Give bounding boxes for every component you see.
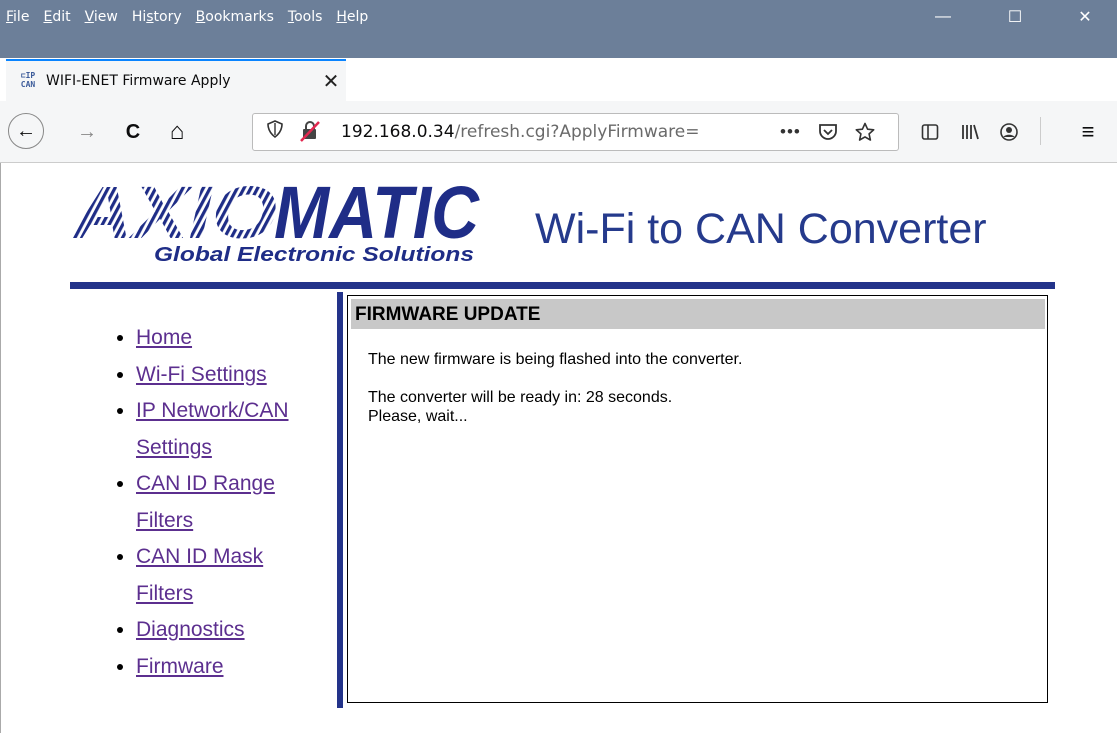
- sidebar-divider: [337, 292, 343, 708]
- menu-bar: File Edit View History Bookmarks Tools H…: [0, 0, 382, 34]
- navigation-toolbar: ← → C ⌂ 192.168.0.34/refresh.cgi?ApplyFi…: [0, 101, 1117, 163]
- page-heading: Wi-Fi to CAN Converter: [535, 205, 987, 253]
- tab-title: WIFI-ENET Firmware Apply: [46, 73, 231, 89]
- wait-message: Please, wait...: [368, 408, 468, 425]
- reader-sidebar-icon[interactable]: [913, 115, 947, 149]
- nav-link-can-id-mask[interactable]: CAN ID Mask: [136, 545, 263, 568]
- url-text[interactable]: 192.168.0.34/refresh.cgi?ApplyFirmware=: [341, 122, 700, 142]
- nav-link-can-id-mask-cont[interactable]: Filters: [136, 582, 193, 605]
- page-actions-icon[interactable]: •••: [780, 122, 801, 142]
- window-border: [0, 163, 1, 733]
- nav-item-home: Home: [114, 320, 334, 357]
- svg-text:MATIC: MATIC: [274, 176, 480, 254]
- nav-item-wifi-settings: Wi-Fi Settings: [114, 357, 334, 394]
- nav-link-diagnostics[interactable]: Diagnostics: [136, 618, 245, 641]
- nav-link-wifi-settings[interactable]: Wi-Fi Settings: [136, 363, 267, 386]
- library-icon[interactable]: [953, 115, 987, 149]
- insecure-lock-icon[interactable]: [299, 120, 321, 147]
- svg-text:Global Electronic Solutions: Global Electronic Solutions: [154, 244, 474, 266]
- nav-item-can-id-mask: CAN ID Mask Filters: [114, 539, 334, 612]
- countdown-message: The converter will be ready in: 28 secon…: [368, 389, 673, 406]
- nav-item-can-id-range: CAN ID Range Filters: [114, 466, 334, 539]
- pocket-icon[interactable]: [818, 122, 838, 147]
- nav-link-can-id-range-cont[interactable]: Filters: [136, 509, 193, 532]
- nav-link-can-id-range[interactable]: CAN ID Range: [136, 472, 275, 495]
- svg-text:AXIO: AXIO: [72, 176, 277, 254]
- tab-close-icon[interactable]: ✕: [316, 69, 346, 94]
- menu-history[interactable]: History: [132, 9, 182, 25]
- minimize-button[interactable]: —: [920, 0, 966, 34]
- back-button[interactable]: ←: [8, 113, 44, 149]
- maximize-button[interactable]: ☐: [992, 0, 1038, 34]
- home-button[interactable]: ⌂: [160, 115, 194, 149]
- panel-title: FIRMWARE UPDATE: [351, 299, 1045, 329]
- sidebar-nav: Home Wi-Fi Settings IP Network/CAN Settin…: [114, 320, 334, 685]
- site-favicon-icon: ⊏IP CAN: [20, 71, 36, 89]
- forward-button[interactable]: →: [70, 115, 104, 149]
- nav-item-diagnostics: Diagnostics: [114, 612, 334, 649]
- nav-link-ip-network-can-cont[interactable]: Settings: [136, 436, 212, 459]
- app-menu-button[interactable]: ≡: [1071, 115, 1105, 149]
- account-icon[interactable]: [992, 115, 1026, 149]
- nav-link-ip-network-can[interactable]: IP Network/CAN: [136, 399, 289, 422]
- menu-help[interactable]: Help: [336, 9, 368, 25]
- menu-file[interactable]: File: [6, 9, 29, 25]
- nav-link-home[interactable]: Home: [136, 326, 192, 349]
- firmware-update-panel: FIRMWARE UPDATE The new firmware is bein…: [347, 295, 1048, 703]
- status-message: The new firmware is being flashed into t…: [368, 351, 743, 368]
- tracking-protection-shield-icon[interactable]: [267, 120, 283, 143]
- nav-item-ip-network-can: IP Network/CAN Settings: [114, 393, 334, 466]
- menu-tools[interactable]: Tools: [288, 9, 323, 25]
- menu-edit[interactable]: Edit: [43, 9, 70, 25]
- header-divider: [70, 282, 1055, 289]
- panel-body: The new firmware is being flashed into t…: [368, 350, 742, 426]
- active-tab[interactable]: ⊏IP CAN WIFI-ENET Firmware Apply ✕: [6, 59, 346, 101]
- nav-link-firmware[interactable]: Firmware: [136, 655, 224, 678]
- axiomatic-logo: AXIO MATIC Global Electronic Solutions: [70, 171, 482, 268]
- bookmark-star-icon[interactable]: [855, 122, 875, 147]
- menu-view[interactable]: View: [85, 9, 118, 25]
- nav-item-firmware: Firmware: [114, 649, 334, 686]
- close-window-button[interactable]: ✕: [1062, 0, 1108, 34]
- menu-bookmarks[interactable]: Bookmarks: [196, 9, 274, 25]
- reload-button[interactable]: C: [116, 115, 150, 149]
- toolbar-separator: [1040, 117, 1041, 145]
- new-tab-button[interactable]: +: [356, 60, 390, 98]
- url-bar[interactable]: 192.168.0.34/refresh.cgi?ApplyFirmware= …: [252, 113, 899, 151]
